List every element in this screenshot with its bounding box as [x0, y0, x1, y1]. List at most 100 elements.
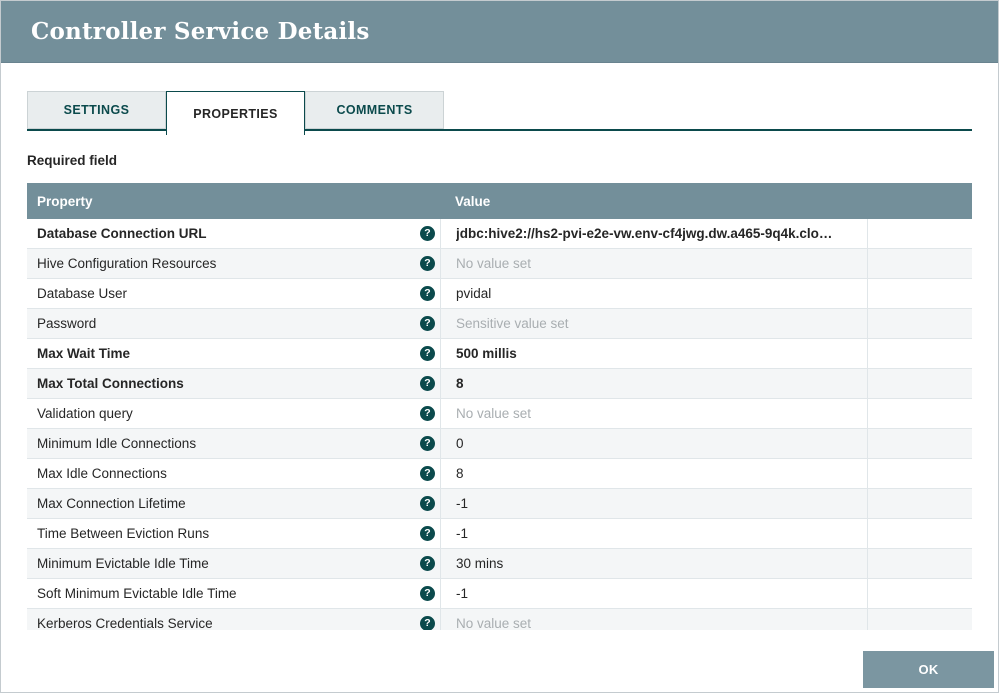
value-cell: 8: [441, 369, 868, 398]
table-row: Validation query? No value set: [27, 399, 972, 429]
property-name: Kerberos Credentials Service: [37, 616, 213, 630]
property-value: No value set: [456, 406, 531, 421]
table-row: Max Total Connections?8: [27, 369, 972, 399]
help-icon[interactable]: ?: [420, 466, 435, 481]
help-icon[interactable]: ?: [420, 226, 435, 241]
tab-comments[interactable]: COMMENTS: [305, 91, 444, 129]
properties-table-body: Database Connection URL? jdbc:hive2://hs2…: [27, 219, 972, 630]
dialog-title: Controller Service Details: [31, 18, 370, 45]
value-cell: No value set: [441, 609, 868, 630]
property-value: 500 millis: [456, 346, 517, 361]
property-name: Minimum Evictable Idle Time: [37, 556, 209, 571]
value-cell: -1: [441, 489, 868, 518]
value-cell: No value set: [441, 249, 868, 278]
table-row: Kerberos Credentials Service? No value se…: [27, 609, 972, 630]
property-cell: Max Connection Lifetime?: [27, 489, 441, 518]
table-row: Max Connection Lifetime? -1: [27, 489, 972, 519]
help-icon[interactable]: ?: [420, 376, 435, 391]
help-icon[interactable]: ?: [420, 406, 435, 421]
help-icon[interactable]: ?: [420, 316, 435, 331]
property-cell: Minimum Evictable Idle Time?: [27, 549, 441, 578]
value-cell: -1: [441, 579, 868, 608]
property-name: Hive Configuration Resources: [37, 256, 216, 271]
help-icon[interactable]: ?: [420, 286, 435, 301]
property-name: Soft Minimum Evictable Idle Time: [37, 586, 237, 601]
dialog-header: Controller Service Details: [1, 1, 998, 63]
tab-properties[interactable]: PROPERTIES: [166, 91, 305, 135]
property-name: Time Between Eviction Runs: [37, 526, 209, 541]
property-cell: Hive Configuration Resources?: [27, 249, 441, 278]
value-cell: 30 mins: [441, 549, 868, 578]
help-icon[interactable]: ?: [420, 436, 435, 451]
property-value: Sensitive value set: [456, 316, 569, 331]
property-cell: Password?: [27, 309, 441, 338]
value-cell: 0: [441, 429, 868, 458]
help-icon[interactable]: ?: [420, 586, 435, 601]
value-cell: 8: [441, 459, 868, 488]
property-name: Max Wait Time: [37, 346, 130, 361]
table-row: Time Between Eviction Runs? -1: [27, 519, 972, 549]
table-row: Database Connection URL? jdbc:hive2://hs2…: [27, 219, 972, 249]
properties-table: Property Value Database Connection URL? j…: [27, 183, 972, 630]
property-name: Password: [37, 316, 96, 331]
value-cell: pvidal: [441, 279, 868, 308]
extra-cell: [868, 519, 972, 548]
property-value: 30 mins: [456, 556, 503, 571]
help-icon[interactable]: ?: [420, 526, 435, 541]
table-row: Minimum Idle Connections? 0: [27, 429, 972, 459]
property-name: Max Connection Lifetime: [37, 496, 186, 511]
extra-cell: [868, 369, 972, 398]
extra-cell: [868, 459, 972, 488]
property-name: Database User: [37, 286, 127, 301]
property-value: No value set: [456, 256, 531, 271]
property-cell: Database Connection URL?: [27, 219, 441, 248]
extra-cell: [868, 579, 972, 608]
tabbar: SETTINGSPROPERTIESCOMMENTS: [27, 91, 972, 135]
extra-cell: [868, 549, 972, 578]
property-value: -1: [456, 526, 468, 541]
property-value: No value set: [456, 616, 531, 630]
ok-button[interactable]: OK: [863, 651, 994, 688]
property-value: 0: [456, 436, 464, 451]
table-row: Database User? pvidal: [27, 279, 972, 309]
table-row: Soft Minimum Evictable Idle Time? -1: [27, 579, 972, 609]
value-cell: No value set: [441, 399, 868, 428]
tab-settings[interactable]: SETTINGS: [27, 91, 166, 129]
extra-cell: [868, 399, 972, 428]
extra-cell: [868, 429, 972, 458]
help-icon[interactable]: ?: [420, 346, 435, 361]
property-cell: Database User?: [27, 279, 441, 308]
table-row: Minimum Evictable Idle Time? 30 mins: [27, 549, 972, 579]
property-name: Database Connection URL: [37, 226, 207, 241]
value-cell: -1: [441, 519, 868, 548]
property-value: 8: [456, 466, 464, 481]
required-field-hint: Required field: [27, 153, 972, 168]
table-row: Hive Configuration Resources? No value se…: [27, 249, 972, 279]
property-name: Minimum Idle Connections: [37, 436, 196, 451]
property-value: -1: [456, 586, 468, 601]
extra-cell: [868, 279, 972, 308]
property-cell: Time Between Eviction Runs?: [27, 519, 441, 548]
property-cell: Minimum Idle Connections?: [27, 429, 441, 458]
help-icon[interactable]: ?: [420, 256, 435, 271]
value-column-header: Value: [441, 194, 868, 209]
property-column-header: Property: [27, 194, 441, 209]
extra-cell: [868, 339, 972, 368]
help-icon[interactable]: ?: [420, 556, 435, 571]
help-icon[interactable]: ?: [420, 616, 435, 630]
extra-cell: [868, 219, 972, 248]
property-value: 8: [456, 376, 464, 391]
property-value: pvidal: [456, 286, 491, 301]
extra-cell: [868, 309, 972, 338]
dialog-content: SETTINGSPROPERTIESCOMMENTS Required fiel…: [1, 91, 998, 630]
extra-cell: [868, 609, 972, 630]
help-icon[interactable]: ?: [420, 496, 435, 511]
property-value: -1: [456, 496, 468, 511]
properties-table-header: Property Value: [27, 183, 972, 219]
property-value: jdbc:hive2://hs2-pvi-e2e-vw.env-cf4jwg.d…: [456, 226, 832, 241]
property-cell: Max Wait Time?: [27, 339, 441, 368]
property-name: Validation query: [37, 406, 133, 421]
value-cell: jdbc:hive2://hs2-pvi-e2e-vw.env-cf4jwg.d…: [441, 219, 868, 248]
value-cell: Sensitive value set: [441, 309, 868, 338]
extra-cell: [868, 489, 972, 518]
